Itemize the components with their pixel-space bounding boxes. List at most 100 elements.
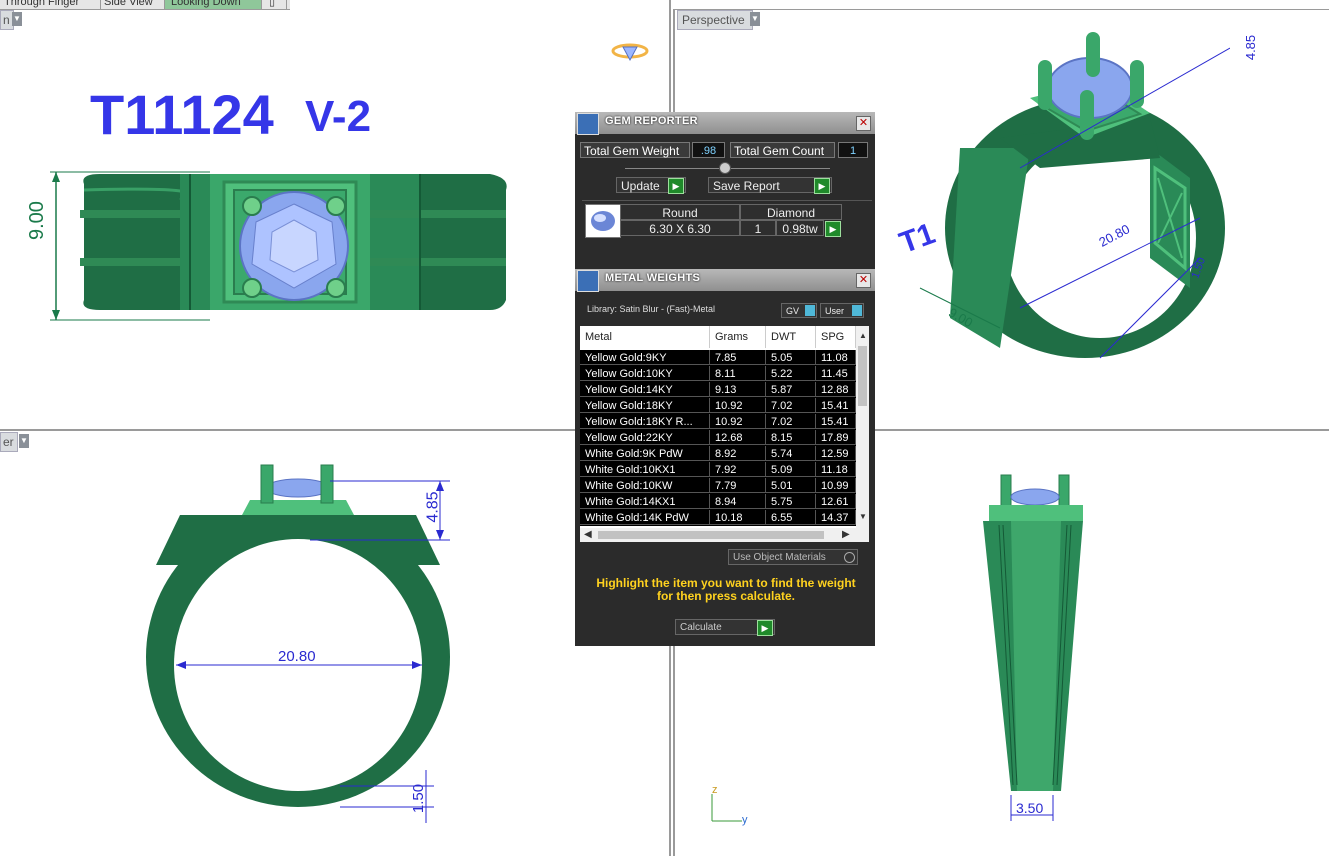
gem-reporter-icon bbox=[577, 113, 599, 135]
metal-weights-close-icon[interactable]: ✕ bbox=[856, 273, 871, 288]
vertical-scroll-thumb[interactable] bbox=[858, 346, 867, 406]
column-header-dwt[interactable]: DWT bbox=[766, 326, 816, 348]
table-row[interactable]: Yellow Gold:10KY 8.11 5.22 11.45 bbox=[580, 366, 856, 382]
table-row[interactable]: Yellow Gold:14KY 9.13 5.87 12.88 bbox=[580, 382, 856, 398]
cell-dwt: 5.22 bbox=[766, 366, 816, 381]
gem-reporter-header[interactable]: GEM REPORTER ✕ bbox=[575, 112, 875, 135]
gem-weight: 0.98tw bbox=[776, 220, 824, 236]
cell-grams: 10.18 bbox=[710, 510, 766, 525]
gem-cut: Round bbox=[620, 204, 740, 220]
cell-metal: Yellow Gold:22KY bbox=[580, 430, 710, 445]
table-row[interactable]: White Gold:9K PdW 8.92 5.74 12.59 bbox=[580, 446, 856, 462]
horizontal-scroll-thumb[interactable] bbox=[598, 531, 824, 539]
total-gem-weight-value: .98 bbox=[692, 142, 725, 158]
update-button-label: Update bbox=[621, 179, 660, 193]
metal-table-vertical-scrollbar[interactable]: ▲ ▼ bbox=[856, 326, 869, 542]
table-row[interactable]: Yellow Gold:18KY R... 10.92 7.02 15.41 bbox=[580, 414, 856, 430]
table-row[interactable]: White Gold:14K PdW 10.18 6.55 14.37 bbox=[580, 510, 856, 526]
table-row[interactable]: White Gold:10KW 7.79 5.01 10.99 bbox=[580, 478, 856, 494]
axis-y-label: y bbox=[742, 814, 748, 826]
ring-top-view[interactable] bbox=[20, 160, 520, 330]
viewport-menu-bottom-left-icon[interactable]: ▼ bbox=[19, 434, 29, 448]
viewport-menu-perspective-icon[interactable]: ▼ bbox=[750, 12, 760, 26]
dimension-band-thickness: 1.50 bbox=[410, 783, 428, 814]
column-header-metal[interactable]: Metal bbox=[580, 326, 710, 348]
table-row[interactable]: White Gold:10KX1 7.92 5.09 11.18 bbox=[580, 462, 856, 478]
viewport-label-bottom-left[interactable]: er bbox=[0, 432, 18, 452]
cell-dwt: 8.15 bbox=[766, 430, 816, 445]
gv-toggle-label: GV bbox=[786, 306, 800, 316]
cell-spg: 12.59 bbox=[816, 446, 856, 461]
cell-grams: 7.92 bbox=[710, 462, 766, 477]
cell-grams: 7.85 bbox=[710, 350, 766, 365]
tab-side-view[interactable]: Side View bbox=[100, 0, 165, 9]
metal-weights-title: METAL WEIGHTS bbox=[605, 272, 701, 284]
cell-grams: 10.92 bbox=[710, 414, 766, 429]
table-row[interactable]: White Gold:14KX1 8.94 5.75 12.61 bbox=[580, 494, 856, 510]
calculate-go-icon: ▶ bbox=[757, 620, 773, 636]
cell-grams: 10.92 bbox=[710, 398, 766, 413]
gem-reporter-title: GEM REPORTER bbox=[605, 115, 698, 127]
axis-z-label: z bbox=[712, 784, 718, 796]
scroll-left-icon[interactable]: ◀ bbox=[584, 529, 592, 540]
gv-toggle-icon bbox=[805, 305, 815, 316]
save-report-button-label: Save Report bbox=[713, 179, 780, 193]
viewport-menu-top-left-icon[interactable]: ▼ bbox=[12, 12, 22, 26]
cell-metal: White Gold:10KW bbox=[580, 478, 710, 493]
dimension-side-height: 9.00 bbox=[26, 201, 48, 240]
gem-thumbnail[interactable] bbox=[585, 204, 621, 238]
cell-dwt: 7.02 bbox=[766, 398, 816, 413]
ring-front-view[interactable] bbox=[140, 455, 470, 830]
cell-spg: 11.45 bbox=[816, 366, 856, 381]
cell-metal: Yellow Gold:14KY bbox=[580, 382, 710, 397]
column-header-grams[interactable]: Grams bbox=[710, 326, 766, 348]
calculate-button[interactable]: Calculate ▶ bbox=[675, 619, 775, 636]
cell-spg: 11.18 bbox=[816, 462, 856, 477]
viewport-label-perspective[interactable]: Perspective bbox=[677, 10, 753, 30]
metal-weights-table[interactable]: Metal Grams DWT SPG Yellow Gold:9KY 7.85 5… bbox=[580, 326, 869, 542]
cell-spg: 12.88 bbox=[816, 382, 856, 397]
cell-spg: 15.41 bbox=[816, 414, 856, 429]
table-row[interactable]: Yellow Gold:18KY 10.92 7.02 15.41 bbox=[580, 398, 856, 414]
cell-dwt: 5.05 bbox=[766, 350, 816, 365]
scroll-up-icon[interactable]: ▲ bbox=[859, 331, 867, 340]
gem-row-go-icon[interactable]: ▶ bbox=[825, 221, 841, 237]
column-header-spg[interactable]: SPG bbox=[816, 326, 856, 348]
cell-dwt: 5.09 bbox=[766, 462, 816, 477]
cell-metal: White Gold:14KX1 bbox=[580, 494, 710, 509]
cell-grams: 8.92 bbox=[710, 446, 766, 461]
round-gem-icon bbox=[591, 211, 615, 231]
user-toggle-label: User bbox=[825, 306, 845, 316]
metal-weights-header[interactable]: METAL WEIGHTS ✕ bbox=[575, 269, 875, 292]
table-row[interactable]: Yellow Gold:22KY 12.68 8.15 17.89 bbox=[580, 430, 856, 446]
gv-toggle[interactable]: GV bbox=[781, 303, 817, 318]
use-object-materials-toggle[interactable]: Use Object Materials bbox=[728, 549, 858, 565]
cell-metal: White Gold:10KX1 bbox=[580, 462, 710, 477]
tab-looking-down[interactable]: Looking Down bbox=[165, 0, 262, 9]
cell-spg: 17.89 bbox=[816, 430, 856, 445]
update-button[interactable]: Update ▶ bbox=[616, 177, 686, 194]
gem-reporter-slider-handle[interactable] bbox=[719, 162, 731, 174]
table-row[interactable]: Yellow Gold:9KY 7.85 5.05 11.08 bbox=[580, 350, 856, 366]
cell-dwt: 5.87 bbox=[766, 382, 816, 397]
cell-metal: Yellow Gold:18KY bbox=[580, 398, 710, 413]
scroll-down-icon[interactable]: ▼ bbox=[859, 512, 867, 521]
tab-add-icon[interactable]: ▯ bbox=[258, 0, 287, 9]
save-report-button[interactable]: Save Report ▶ bbox=[708, 177, 832, 194]
tab-through-finger[interactable]: Through Finger bbox=[0, 0, 101, 9]
cell-dwt: 7.02 bbox=[766, 414, 816, 429]
gem-reporter-panel: GEM REPORTER ✕ Total Gem Weight .98 Tota… bbox=[575, 112, 875, 269]
cell-metal: Yellow Gold:18KY R... bbox=[580, 414, 710, 429]
gem-reporter-close-icon[interactable]: ✕ bbox=[856, 116, 871, 131]
ring-side-view[interactable] bbox=[975, 465, 1095, 825]
user-toggle[interactable]: User bbox=[820, 303, 864, 318]
gem-size: 6.30 X 6.30 bbox=[620, 220, 740, 236]
gem-type: Diamond bbox=[740, 204, 842, 220]
calculate-button-label: Calculate bbox=[680, 622, 722, 633]
view-tab-strip: Through Finger Side View Looking Down ▯ bbox=[0, 0, 290, 10]
ring-thumbnail-icon[interactable] bbox=[610, 40, 652, 64]
scroll-right-icon[interactable]: ▶ bbox=[842, 529, 850, 540]
cell-spg: 15.41 bbox=[816, 398, 856, 413]
cell-grams: 7.79 bbox=[710, 478, 766, 493]
metal-table-horizontal-scrollbar[interactable]: ◀ ▶ bbox=[580, 528, 856, 542]
